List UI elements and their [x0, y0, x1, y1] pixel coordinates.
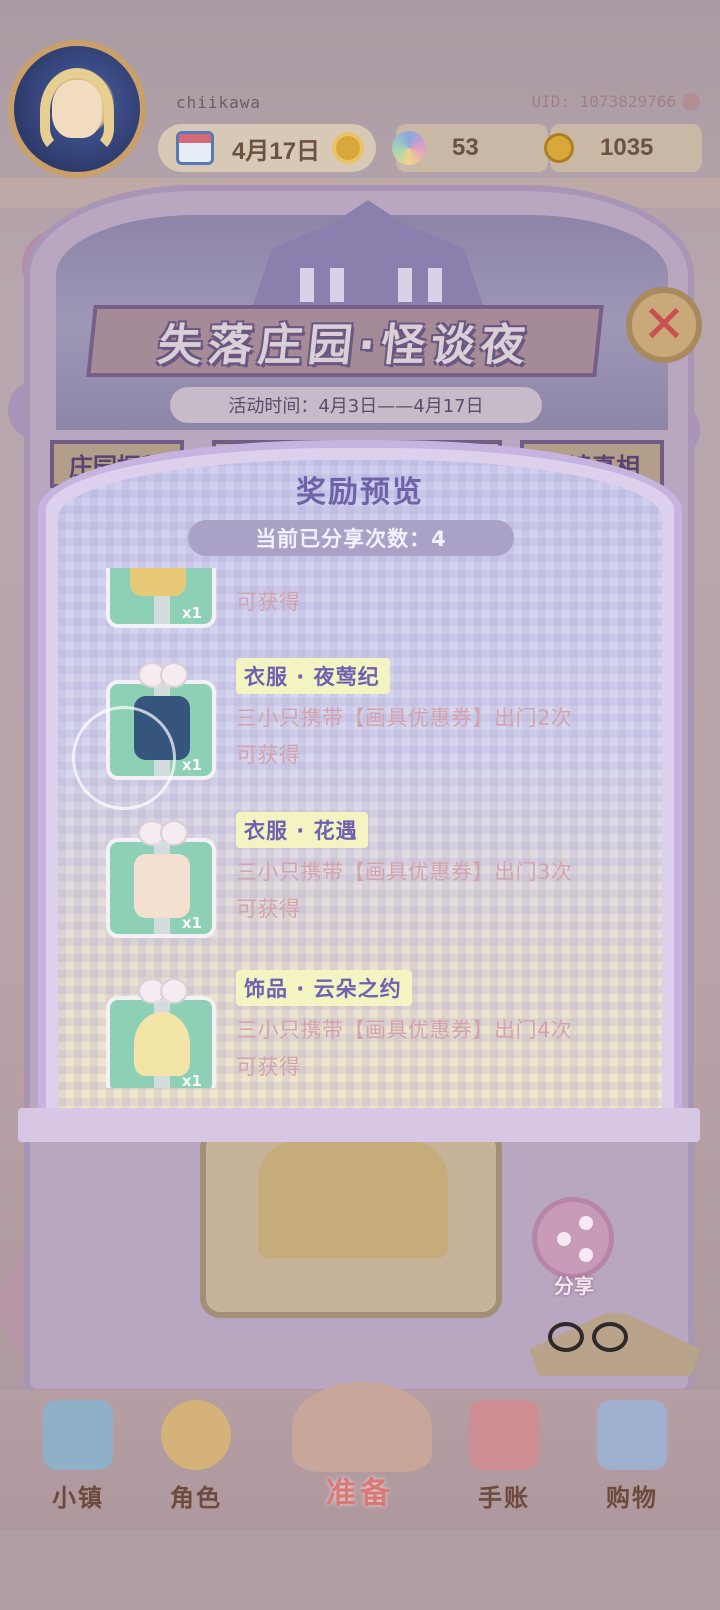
reward-item: x1 可获得	[58, 568, 662, 628]
reward-desc-line1: 三小只携带【画具优惠券】出门2次	[236, 706, 573, 730]
modal-base-ledge	[18, 1108, 700, 1142]
reward-desc-line2: 可获得	[236, 743, 301, 767]
journal-icon	[469, 1400, 539, 1470]
shopping-bag-icon	[597, 1400, 667, 1470]
glasses-lens	[592, 1322, 628, 1352]
sun-icon	[336, 136, 361, 160]
nav-character[interactable]: 角色	[148, 1400, 244, 1520]
share-icon	[557, 1232, 571, 1246]
reward-desc: 三小只携带【画具优惠券】出门2次 可获得	[236, 700, 656, 774]
reward-item: x1 饰品 · 云朵之约 三小只携带【画具优惠券】出门4次 可获得	[58, 966, 662, 1088]
nav-shop[interactable]: 购物	[584, 1400, 680, 1520]
accessory-cloud-icon	[134, 1012, 190, 1076]
event-time: 活动时间：4月3日——4月17日	[170, 387, 542, 423]
map-icon	[43, 1400, 113, 1470]
gift-box[interactable]: x1	[106, 820, 216, 938]
reward-desc-line2: 可获得	[236, 1055, 301, 1079]
reward-name: 衣服 · 花遇	[236, 812, 368, 848]
reward-desc: 可获得	[236, 584, 656, 621]
reward-item: x1 衣服 · 花遇 三小只携带【画具优惠券】出门3次 可获得	[58, 808, 662, 958]
modal-title: 奖励预览	[296, 475, 424, 510]
nav-town-label: 小镇	[52, 1484, 104, 1512]
reward-qty: x1	[181, 1072, 202, 1088]
reward-name: 饰品 · 云朵之约	[236, 970, 412, 1006]
coin-count: 1035	[600, 134, 654, 161]
reward-qty: x1	[181, 604, 202, 622]
nav-shop-label: 购物	[606, 1484, 658, 1512]
mansion-window	[300, 268, 314, 302]
avatar-face	[52, 80, 102, 138]
reward-name: 衣服 · 夜莺纪	[236, 658, 390, 694]
reward-qty: x1	[181, 914, 202, 932]
reward-desc: 三小只携带【画具优惠券】出门3次 可获得	[236, 854, 656, 928]
copy-uid-icon[interactable]	[682, 93, 700, 111]
share-icon-dot	[579, 1248, 593, 1262]
mansion-window	[428, 268, 442, 302]
flower-currency[interactable]: 53	[392, 124, 548, 172]
calendar-icon	[176, 131, 214, 165]
reward-qty: x1	[181, 756, 202, 774]
flower-icon	[392, 131, 426, 165]
dress-flower-icon	[134, 854, 190, 918]
date-display[interactable]: 4月17日	[158, 124, 376, 172]
prepare-icon	[292, 1382, 432, 1472]
share-count-badge: 当前已分享次数：4	[188, 520, 514, 556]
gift-box[interactable]: x1	[106, 568, 216, 628]
share-label: 分享	[554, 1274, 594, 1298]
event-title: 失落庄园·怪谈夜	[86, 305, 604, 377]
close-icon: ✕	[642, 295, 686, 355]
outfit-illustration	[258, 1140, 448, 1258]
system-home-bar	[0, 1530, 720, 1610]
reward-desc-line2: 可获得	[236, 897, 301, 921]
reward-art-icon	[130, 568, 186, 596]
mansion-window	[330, 268, 344, 302]
nav-prepare-label: 准备	[326, 1476, 394, 1511]
share-button[interactable]	[532, 1197, 614, 1279]
gift-box[interactable]: x1	[106, 978, 216, 1088]
glasses-decoration	[548, 1322, 638, 1352]
share-icon-dot	[579, 1216, 593, 1230]
coin-currency[interactable]: 1035	[544, 124, 702, 172]
reward-desc-line1: 三小只携带【画具优惠券】出门4次	[236, 1018, 573, 1042]
nav-town[interactable]: 小镇	[30, 1400, 126, 1520]
username: chiikawa	[176, 93, 262, 112]
mansion-window	[398, 268, 412, 302]
user-id: UID: 1073829766	[531, 92, 677, 111]
glasses-lens	[548, 1322, 584, 1352]
nav-character-label: 角色	[170, 1484, 222, 1512]
reward-desc-line1: 三小只携带【画具优惠券】出门3次	[236, 860, 573, 884]
reward-desc: 三小只携带【画具优惠券】出门4次 可获得	[236, 1012, 656, 1086]
player-avatar[interactable]	[8, 40, 146, 178]
date-text: 4月17日	[232, 137, 321, 165]
flower-count: 53	[452, 134, 479, 161]
reward-list[interactable]: x1 可获得 x1 衣服 · 夜莺纪 三小只携带【画具优惠券】出门2次 可获得 …	[58, 568, 662, 1088]
nav-prepare[interactable]: 准备	[272, 1380, 448, 1520]
close-button[interactable]: ✕	[626, 287, 702, 363]
character-icon	[161, 1400, 231, 1470]
coin-icon	[544, 133, 574, 163]
nav-journal[interactable]: 手账	[456, 1400, 552, 1520]
reward-desc-line2: 可获得	[236, 590, 301, 614]
nav-journal-label: 手账	[478, 1484, 530, 1512]
tap-indicator	[72, 706, 176, 810]
